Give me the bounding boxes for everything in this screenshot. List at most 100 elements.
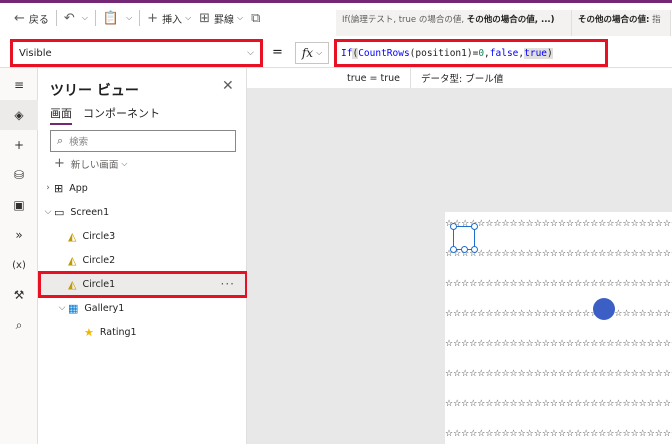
database-icon[interactable]: ⛁ [0,160,38,190]
star-icon: ★ [84,325,94,339]
tree-node-label: Gallery1 [84,302,125,314]
tab-components[interactable]: コンポーネント [83,105,160,121]
fx-button[interactable]: fx ⌵ [295,42,329,64]
tree-node-gallery1[interactable]: ⌵ ▦ Gallery1 [38,296,247,320]
formula-help-suffix: 指 [649,15,661,25]
formula-input[interactable]: If(CountRows (position1)= 0, false, true) [334,39,608,67]
border-button[interactable]: ⊞ 罫線 ⌵ [195,3,247,33]
tree-view-panel: ツリー ビュー ✕ 画面 コンポーネント ⌕ 検索 + 新しい画面 ⌵ › ⊞ … [38,68,247,444]
new-screen-button[interactable]: + 新しい画面 ⌵ [54,156,128,171]
circle-shape[interactable] [593,298,615,320]
panel-title: ツリー ビュー [50,83,139,99]
new-screen-label: 新しい画面 [70,159,119,171]
formula-close: ) [547,47,553,59]
tab-screens[interactable]: 画面 [50,105,72,125]
chevron-down-icon[interactable]: ⌵ [56,303,68,313]
tree-node-label: Rating1 [99,326,137,338]
formula-hint: true = true データ型: ブール値 [337,68,672,88]
rating-row[interactable]: ☆☆☆☆☆☆☆☆☆☆☆☆☆☆☆☆☆☆☆☆☆☆☆☆☆☆☆☆☆☆☆☆ [445,248,672,260]
media-icon[interactable]: ▣ [0,190,38,220]
resize-handle[interactable] [471,246,478,253]
tree-node-label: Circle2 [82,254,116,266]
shape-icon: ◭ [68,229,77,243]
power-automate-icon[interactable]: » [0,220,38,250]
insert-button[interactable]: + 挿入 ⌵ [143,3,195,33]
formula-help-prefix: If(論理テスト, true の場合の値, [342,15,467,25]
formula-false: false [489,47,519,59]
tree-node-circle3[interactable]: ◭ Circle3 [38,224,247,248]
rating-row[interactable]: ☆☆☆☆☆☆☆☆☆☆☆☆☆☆☆☆☆☆☆☆☆☆☆☆☆☆☆☆☆☆☆☆ [445,338,672,350]
formula-help-tab[interactable]: その他の場合の値: 指 [572,10,671,36]
tree-node-circle2[interactable]: ◭ Circle2 [38,248,247,272]
layers-icon[interactable]: ◈ [0,100,38,130]
shape-icon: ⧉ [251,10,261,26]
search-icon[interactable]: ⌕ [0,310,38,340]
tree-node-label: Circle1 [82,278,116,290]
equals-sign: = [272,45,283,60]
plus-icon: + [54,156,65,171]
shape-icon: ◭ [68,277,77,291]
paste-button[interactable]: 📋 ⌵ [99,3,136,33]
rating-row[interactable]: ☆☆☆☆☆☆☆☆☆☆☆☆☆☆☆☆☆☆☆☆☆☆☆☆☆☆☆☆☆☆☆☆ [445,278,672,290]
rating-row[interactable]: ☆☆☆☆☆☆☆☆☆☆☆☆☆☆☆☆☆☆☆☆☆☆☆☆☆☆☆☆☆☆☆☆ [445,368,672,380]
close-icon[interactable]: ✕ [222,78,234,94]
plus-icon[interactable]: + [0,130,38,160]
resize-handle[interactable] [450,223,457,230]
variables-icon[interactable]: (x) [0,250,38,280]
circle1-selection[interactable] [450,223,478,253]
property-dropdown[interactable]: Visible ⌵ [10,39,263,67]
canvas[interactable]: ☆☆☆☆☆☆☆☆☆☆☆☆☆☆☆☆☆☆☆☆☆☆☆☆☆☆☆☆ ☆☆☆☆ ☆☆☆☆☆☆☆… [247,88,672,444]
arrow-left-icon: ← [14,10,25,26]
shape-icon: ◭ [68,253,77,267]
rating-row[interactable]: ☆☆☆☆☆☆☆☆☆☆☆☆☆☆☆☆☆☆☆☆☆☆☆☆☆☆☆☆☆☆☆☆ [445,428,672,440]
fx-icon: fx [301,46,314,60]
chevron-down-icon[interactable]: ⌵ [42,207,54,217]
rating-row[interactable]: ☆☆☆☆☆☆☆☆☆☆☆☆☆☆☆☆☆☆☆☆☆☆☆☆☆☆☆☆☆☆☆☆ [445,218,672,230]
search-input[interactable]: ⌕ 検索 [50,130,236,152]
app-screen[interactable]: ☆☆☆☆☆☆☆☆☆☆☆☆☆☆☆☆☆☆☆☆☆☆☆☆☆☆☆☆ ☆☆☆☆ ☆☆☆☆☆☆☆… [445,212,672,444]
tree-node-label: App [69,182,88,194]
tree-node-label: Screen1 [70,206,110,218]
resize-handle[interactable] [461,246,468,253]
gallery-icon: ▦ [68,301,79,315]
separator [94,10,96,26]
back-button[interactable]: ← 戻る [0,3,53,33]
chevron-down-icon: ⌵ [185,13,192,22]
more-options-icon[interactable]: ··· [221,277,235,291]
tree-node-rating1[interactable]: ★ Rating1 [38,320,247,344]
shape-button[interactable]: ⧉ [247,3,268,33]
formula-help-tab[interactable]: If(論理テスト, true の場合の値, その他の場合の値, ...) [336,10,572,36]
plus-icon: + [147,10,159,26]
chevron-right-icon[interactable]: › [42,183,54,193]
tree-node-circle1[interactable]: ◭ Circle1 ··· [38,272,247,296]
separator [139,10,141,26]
tree-node-app[interactable]: › ⊞ App [38,176,247,200]
formula-datatype: データ型: ブール値 [421,74,504,85]
border-icon: ⊞ [199,10,211,26]
chevron-down-icon[interactable]: ⌵ [82,13,88,23]
chevron-down-icon: ⌵ [237,13,244,22]
formula-countrows: CountRows [358,47,410,59]
hamburger-icon[interactable]: ≡ [0,70,38,100]
app-icon: ⊞ [54,181,64,195]
formula-if: If [341,47,353,59]
border-label: 罫線 [214,14,235,26]
search-icon: ⌕ [57,134,64,147]
rating-row[interactable]: ☆☆☆☆☆☆☆☆☆☆☆☆☆☆☆☆☆☆☆☆☆☆☆☆☆☆☆☆☆☆☆☆ [445,398,672,410]
tools-icon[interactable]: ⚒ [0,280,38,310]
formula-result: true = true [337,68,411,88]
separator [55,10,57,26]
rating-row[interactable]: ☆☆☆☆☆☆☆☆☆☆☆☆☆☆☆☆☆☆☆☆☆☆☆☆☆☆☆☆☆☆☆☆ [445,308,672,320]
undo-button[interactable]: ↶ ⌵ [60,3,92,33]
resize-handle[interactable] [450,246,457,253]
tree-node-screen1[interactable]: ⌵ ▭ Screen1 [38,200,247,224]
formula-arg: (position1)= [409,47,479,59]
left-rail: ≡ ◈ + ⛁ ▣ » (x) ⚒ ⌕ [0,68,38,444]
formula-true: true [524,47,548,59]
screen-icon: ▭ [54,205,65,219]
back-label: 戻る [28,14,49,26]
formula-help-bold: その他の場合の値: [578,15,650,25]
chevron-down-icon[interactable]: ⌵ [126,13,132,23]
resize-handle[interactable] [471,223,478,230]
clipboard-icon: 📋 [102,10,120,26]
